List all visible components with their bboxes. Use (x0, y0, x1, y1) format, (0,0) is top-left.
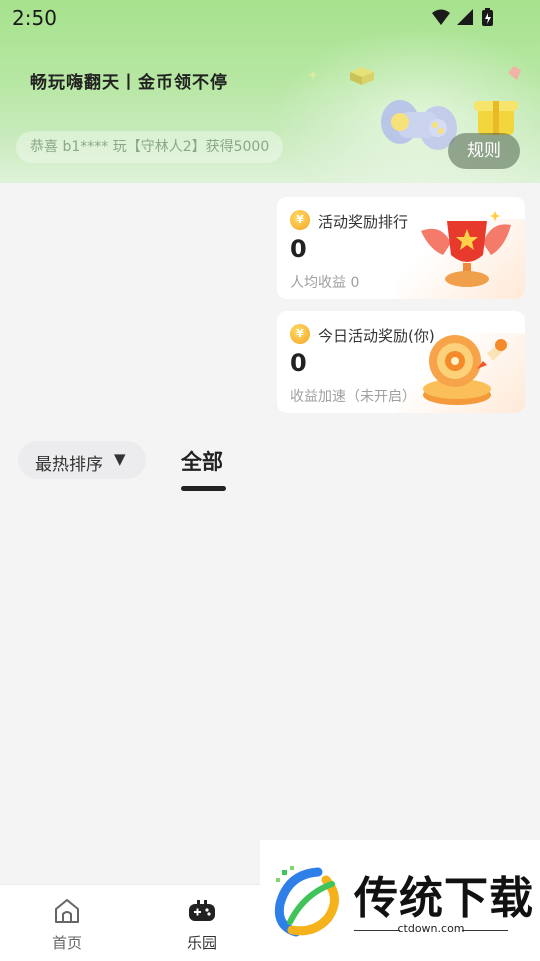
tab-active-indicator (181, 486, 226, 491)
sparkle-decoration (308, 70, 318, 80)
today-reward-card[interactable]: ¥ 今日活动奖励(你) 0 收益加速（未开启） (277, 311, 525, 413)
watermark-logo-icon (274, 866, 339, 937)
cube-decoration (350, 67, 374, 85)
sort-label: 最热排序 (35, 455, 103, 475)
home-icon (55, 899, 79, 923)
banner-slogan: 畅玩嗨翻天丨金币领不停 (30, 73, 228, 93)
nav-label: 首页 (51, 934, 82, 952)
status-icons (432, 8, 493, 26)
coin-icon: ¥ (290, 210, 310, 230)
tab-all[interactable]: 全部 (181, 446, 223, 476)
gamepad-icon (189, 900, 215, 921)
target-rocket-icon (423, 335, 507, 405)
winner-ticker: 恭喜 b1**** 玩【守林人2】获得5000 (16, 131, 284, 163)
wifi-icon (432, 9, 450, 25)
signal-icon (457, 9, 473, 25)
caret-down-icon: ▼ (114, 450, 126, 468)
card-subtitle: 人均收益 0 (290, 275, 360, 291)
coin-icon: ¥ (290, 324, 310, 344)
watermark: 传统下载 ctdown.com (260, 840, 540, 960)
banner: 2:50 畅玩嗨翻天丨金币领不停 恭喜 b1**** 玩【守林人2】获得5000… (0, 0, 540, 183)
nav-label: 乐园 (186, 934, 217, 952)
watermark-title: 传统下载 (354, 873, 534, 924)
gem-decoration (508, 66, 521, 80)
status-time: 2:50 (12, 6, 57, 30)
nav-item-home[interactable]: 首页 (17, 885, 117, 961)
status-bar: 2:50 (0, 0, 540, 36)
watermark-domain: ctdown.com (397, 922, 465, 935)
nav-item-park[interactable]: 乐园 (152, 885, 252, 961)
card-title: 活动奖励排行 (318, 213, 409, 231)
sort-dropdown[interactable]: 最热排序 ▼ (18, 441, 146, 479)
card-value: 0 (290, 349, 307, 377)
reward-ranking-card[interactable]: ¥ 活动奖励排行 0 人均收益 0 (277, 197, 525, 299)
card-subtitle: 收益加速（未开启） (290, 389, 416, 405)
rules-button[interactable]: 规则 (448, 133, 520, 169)
trophy-icon (421, 211, 511, 287)
card-value: 0 (290, 235, 307, 263)
